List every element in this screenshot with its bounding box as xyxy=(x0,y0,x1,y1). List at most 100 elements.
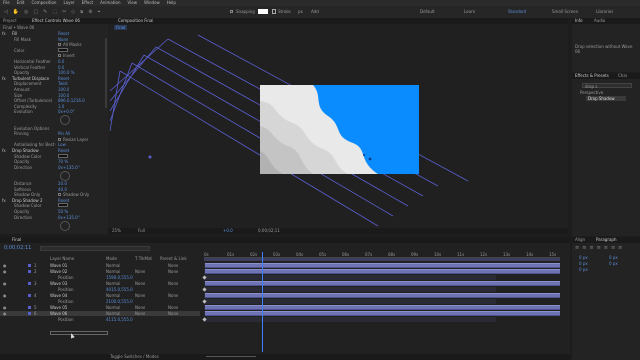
effect-row-prop[interactable]: Complexity 1.0 xyxy=(0,104,108,109)
effect-reset-link[interactable]: Reset xyxy=(58,76,69,81)
align-value[interactable]: 0 px xyxy=(609,261,618,266)
layer-trkmat[interactable]: None xyxy=(135,305,145,310)
property-value[interactable]: 4115.0,555.0 xyxy=(106,317,133,322)
layer-row[interactable]: ● 2 Wave 02 Normal None None xyxy=(0,269,200,274)
layer-drag-handle[interactable] xyxy=(50,331,108,335)
layer-parent[interactable]: None xyxy=(168,269,178,274)
effect-row-prop[interactable]: Displacement Twist xyxy=(0,81,108,86)
effect-row-prop[interactable]: Amount 100.0 xyxy=(0,87,108,92)
tab-project[interactable]: Project xyxy=(3,18,17,23)
tab-effect-controls[interactable]: Effect Controls Wave 06 xyxy=(32,18,80,23)
effect-row-knob[interactable]: Direction 0x+135.0° xyxy=(0,215,108,231)
property-row[interactable]: Position 1590.0,555.0 xyxy=(0,275,200,280)
exposure-value[interactable]: +0.0 xyxy=(223,228,233,233)
layer-trkmat[interactable]: None xyxy=(135,269,145,274)
effect-toggle[interactable]: fx xyxy=(2,148,6,153)
layer-mode[interactable]: Normal xyxy=(106,263,120,268)
effect-reset-link[interactable]: Reset xyxy=(58,148,69,153)
toggle-switches-modes[interactable]: Toggle Switches / Modes xyxy=(110,354,159,359)
workspace-libraries[interactable]: Libraries xyxy=(596,9,613,14)
effect-row-prop[interactable]: Opacity 100.0 % xyxy=(0,70,108,75)
layer-parent[interactable]: None xyxy=(168,281,178,286)
tab-effects-presets[interactable]: Effects & Presets xyxy=(575,73,609,78)
layer-trkmat[interactable]: None xyxy=(135,311,145,316)
angle-value[interactable]: 0x+135.0° xyxy=(58,215,80,220)
playhead[interactable] xyxy=(262,252,263,352)
checkbox[interactable] xyxy=(58,193,61,197)
tab-timeline-final[interactable]: Final xyxy=(12,237,21,242)
layer-row[interactable]: ● 6 Wave 06 Normal None None xyxy=(0,311,200,316)
visibility-eye-icon[interactable]: ● xyxy=(3,305,7,310)
fill-swatch[interactable] xyxy=(258,9,268,14)
effect-controls-scrollbar[interactable] xyxy=(105,38,107,108)
effect-row-section[interactable]: fx Fill Reset xyxy=(0,31,108,36)
property-row[interactable]: Position 4115.0,555.0 xyxy=(0,317,200,322)
effect-toggle[interactable]: fx xyxy=(2,76,6,81)
effect-row-prop[interactable]: Opacity 50 % xyxy=(0,209,108,214)
color-swatch[interactable] xyxy=(58,203,68,208)
quality-select[interactable]: Full xyxy=(138,228,145,233)
layer-row[interactable]: ● 3 Wave 03 Normal None None xyxy=(0,281,200,286)
tab-align[interactable]: Align xyxy=(575,237,585,242)
effect-row-section[interactable]: fx Drop Shadow Reset xyxy=(0,148,108,153)
layer-duration-bar[interactable] xyxy=(205,305,560,310)
add-label[interactable]: Add xyxy=(311,9,319,14)
visibility-eye-icon[interactable]: ● xyxy=(3,311,7,316)
menu-item-composition[interactable]: Composition xyxy=(31,0,56,5)
layer-row[interactable]: ● 5 Wave 05 Normal None None xyxy=(0,305,200,310)
checkbox[interactable] xyxy=(58,137,61,141)
align-buttons[interactable]: ≡≡≡≡≡≡≡ xyxy=(575,246,637,251)
effects-result-item[interactable]: Drop Shadow xyxy=(586,96,626,101)
effect-row-prop[interactable]: Fill Mask None xyxy=(0,37,108,42)
effect-reset-link[interactable]: Reset xyxy=(58,31,69,36)
effect-row-prop[interactable]: Vertical Feather 0.0 xyxy=(0,65,108,70)
effect-row-prop[interactable]: Opacity 70 % xyxy=(0,159,108,164)
layer-row[interactable]: ● 1 Wave 01 Normal None xyxy=(0,263,200,268)
property-row[interactable]: Position 2100.0,555.0 xyxy=(0,299,200,304)
checkbox[interactable] xyxy=(58,54,61,58)
effect-row-prop[interactable]: Distance 20.0 xyxy=(0,181,108,186)
layer-duration-bar[interactable] xyxy=(205,281,560,286)
effect-toggle[interactable]: fx xyxy=(2,31,6,36)
effect-row-prop[interactable]: Offset (Turbulence) 896.0,1216.0 xyxy=(0,98,108,103)
zoom-slider[interactable] xyxy=(206,356,256,357)
layer-trkmat[interactable]: None xyxy=(135,293,145,298)
angle-value[interactable]: 0x+0.0° xyxy=(58,109,75,114)
color-swatch[interactable] xyxy=(58,47,68,52)
effect-row-prop[interactable]: Softness 40.0 xyxy=(0,187,108,192)
tab-audio[interactable]: Audio xyxy=(594,18,605,23)
effect-prop-value[interactable]: 40.0 xyxy=(58,187,67,192)
visibility-eye-icon[interactable]: ● xyxy=(3,263,7,268)
layer-row[interactable]: ● 4 Wave 04 Normal None None xyxy=(0,293,200,298)
effect-toggle[interactable]: fx xyxy=(2,198,6,203)
workspace-learn[interactable]: Learn xyxy=(464,9,475,14)
comp-timecode[interactable]: 0;00;02;11 xyxy=(258,228,280,233)
visibility-eye-icon[interactable]: ● xyxy=(3,269,7,274)
effect-reset-link[interactable]: Reset xyxy=(58,198,69,203)
visibility-eye-icon[interactable]: ● xyxy=(3,293,7,298)
layer-duration-bar[interactable] xyxy=(205,293,560,298)
layer-trkmat[interactable]: None xyxy=(135,281,145,286)
comp-chip[interactable]: Final xyxy=(114,25,128,30)
effects-category[interactable]: Perspective xyxy=(580,90,603,95)
effect-prop-value[interactable]: Pin All xyxy=(58,131,70,136)
layer-duration-bar[interactable] xyxy=(205,269,560,274)
effect-row-color[interactable]: Shadow Color xyxy=(0,153,108,159)
effect-row-check[interactable]: Shadow Only Shadow Only xyxy=(0,192,108,197)
effect-row-prop[interactable]: Horizontal Feather 0.0 xyxy=(0,59,108,64)
tab-composition[interactable]: Composition Final xyxy=(118,18,153,23)
menu-item-file[interactable]: File xyxy=(3,0,10,5)
effect-prop-value[interactable]: None xyxy=(58,37,68,42)
tool-icons[interactable]: ◁✋◎▢✎⬚✂◇⧈⊕⌖ xyxy=(4,9,184,15)
timeline-timecode[interactable]: 0;00;02;11 xyxy=(4,245,31,251)
effect-prop-value[interactable]: Twist xyxy=(58,81,68,86)
menu-item-effect[interactable]: Effect xyxy=(82,0,94,5)
align-value[interactable]: 0 px xyxy=(579,267,588,272)
effect-row-knob[interactable]: Evolution 0x+0.0° xyxy=(0,109,108,126)
align-value[interactable]: 0 px xyxy=(609,255,618,260)
property-value[interactable]: 2100.0,555.0 xyxy=(106,299,133,304)
layer-mode[interactable]: Normal xyxy=(106,269,120,274)
property-value[interactable]: 1590.0,555.0 xyxy=(106,275,133,280)
align-value[interactable]: 0 px xyxy=(579,261,588,266)
effect-row-check[interactable]: All Masks xyxy=(0,42,108,47)
